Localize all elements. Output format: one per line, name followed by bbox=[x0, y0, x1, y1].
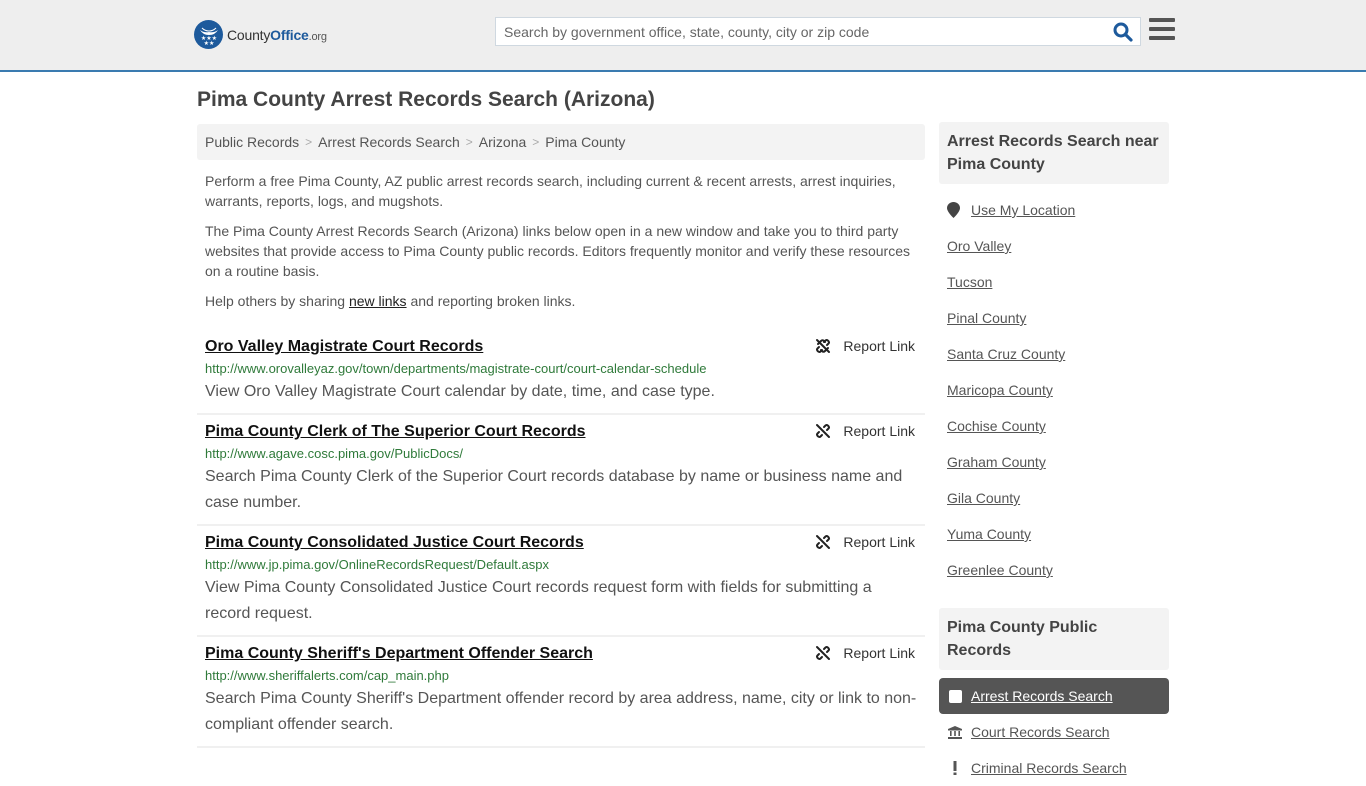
record-item: Pima County Clerk of The Superior Court … bbox=[197, 415, 925, 526]
report-link-button[interactable]: Report Link bbox=[815, 645, 915, 661]
nearby-item: Cochise County bbox=[947, 408, 1161, 444]
public-records-heading: Pima County Public Records bbox=[939, 608, 1169, 670]
breadcrumb-separator: > bbox=[532, 135, 540, 149]
report-link-button[interactable]: Report Link bbox=[815, 423, 915, 439]
nearby-link-maricopa-county[interactable]: Maricopa County bbox=[947, 382, 1053, 398]
record-title-link[interactable]: Pima County Consolidated Justice Court R… bbox=[205, 532, 584, 554]
breadcrumb-separator: > bbox=[465, 135, 473, 149]
intro-text: Perform a free Pima County, AZ public ar… bbox=[197, 171, 925, 311]
breadcrumb: Public Records > Arrest Records Search >… bbox=[197, 124, 925, 160]
record-title-link[interactable]: Pima County Sheriff's Department Offende… bbox=[205, 643, 593, 665]
hamburger-menu-icon[interactable] bbox=[1149, 18, 1175, 42]
record-url: http://www.orovalleyaz.gov/town/departme… bbox=[205, 361, 707, 376]
main-content: Public Records > Arrest Records Search >… bbox=[197, 124, 925, 748]
record-url: http://www.sheriffalerts.com/cap_main.ph… bbox=[205, 668, 449, 683]
public-records-item-arrest[interactable]: Arrest Records Search bbox=[939, 678, 1169, 714]
svg-text:★★: ★★ bbox=[203, 40, 214, 46]
nearby-link-pinal-county[interactable]: Pinal County bbox=[947, 310, 1026, 326]
search-input[interactable] bbox=[496, 18, 1106, 45]
new-links-link[interactable]: new links bbox=[349, 293, 407, 309]
broken-link-icon bbox=[816, 646, 831, 660]
nearby-link-santa-cruz-county[interactable]: Santa Cruz County bbox=[947, 346, 1065, 362]
nearby-heading: Arrest Records Search near Pima County bbox=[939, 122, 1169, 184]
record-description: Search Pima County Sheriff's Department … bbox=[205, 690, 917, 733]
broken-link-icon bbox=[816, 535, 831, 549]
breadcrumb-arizona[interactable]: Arizona bbox=[479, 134, 526, 150]
help-paragraph: Help others by sharing new links and rep… bbox=[205, 293, 576, 309]
record-url: http://www.agave.cosc.pima.gov/PublicDoc… bbox=[205, 446, 463, 461]
public-records-list: Arrest Records Search Court Records Sear… bbox=[939, 678, 1169, 786]
arrest-records-search-link[interactable]: Arrest Records Search bbox=[971, 688, 1113, 704]
nearby-item: Yuma County bbox=[947, 516, 1161, 552]
record-description: View Pima County Consolidated Justice Co… bbox=[205, 579, 872, 622]
site-header: ★★★ ★★ CountyOffice.org bbox=[0, 0, 1366, 72]
breadcrumb-arrest-records-search[interactable]: Arrest Records Search bbox=[318, 134, 460, 150]
use-my-location-item: Use My Location bbox=[947, 192, 1161, 228]
record-description: View Oro Valley Magistrate Court calenda… bbox=[205, 383, 715, 400]
nearby-item: Oro Valley bbox=[947, 228, 1161, 264]
public-records-item-court[interactable]: Court Records Search bbox=[939, 714, 1169, 750]
report-link-button[interactable]: Report Link bbox=[815, 534, 915, 550]
breadcrumb-pima-county[interactable]: Pima County bbox=[545, 134, 625, 150]
logo-text: CountyOffice.org bbox=[227, 26, 327, 43]
search-icon bbox=[1113, 22, 1133, 42]
nearby-item: Maricopa County bbox=[947, 372, 1161, 408]
court-records-search-link[interactable]: Court Records Search bbox=[971, 724, 1110, 740]
use-my-location-link[interactable]: Use My Location bbox=[971, 202, 1075, 218]
courthouse-icon bbox=[947, 725, 963, 739]
nearby-item: Pinal County bbox=[947, 300, 1161, 336]
nearby-list: Use My Location Oro Valley Tucson Pinal … bbox=[939, 192, 1169, 588]
intro-paragraph: The Pima County Arrest Records Search (A… bbox=[205, 223, 910, 279]
breadcrumb-public-records[interactable]: Public Records bbox=[205, 134, 299, 150]
record-url: http://www.jp.pima.gov/OnlineRecordsRequ… bbox=[205, 557, 549, 572]
public-records-item-criminal[interactable]: Criminal Records Search bbox=[939, 750, 1169, 786]
breadcrumb-separator: > bbox=[305, 135, 313, 149]
broken-link-icon bbox=[816, 339, 831, 353]
page-title: Pima County Arrest Records Search (Arizo… bbox=[197, 88, 655, 111]
report-link-button[interactable]: Report Link bbox=[815, 338, 915, 354]
nearby-item: Santa Cruz County bbox=[947, 336, 1161, 372]
search-box bbox=[495, 17, 1141, 46]
nearby-link-tucson[interactable]: Tucson bbox=[947, 274, 992, 290]
site-logo[interactable]: ★★★ ★★ CountyOffice.org bbox=[194, 20, 327, 49]
broken-link-icon bbox=[816, 424, 831, 438]
map-marker-icon bbox=[947, 202, 960, 218]
exclamation-icon bbox=[947, 761, 963, 775]
nearby-item: Graham County bbox=[947, 444, 1161, 480]
record-description: Search Pima County Clerk of the Superior… bbox=[205, 468, 903, 511]
nearby-link-yuma-county[interactable]: Yuma County bbox=[947, 526, 1031, 542]
nearby-item: Gila County bbox=[947, 480, 1161, 516]
record-title-link[interactable]: Pima County Clerk of The Superior Court … bbox=[205, 421, 586, 443]
records-list: Oro Valley Magistrate Court Records http… bbox=[197, 330, 925, 748]
intro-paragraph: Perform a free Pima County, AZ public ar… bbox=[205, 173, 896, 209]
nearby-item: Greenlee County bbox=[947, 552, 1161, 588]
nearby-link-greenlee-county[interactable]: Greenlee County bbox=[947, 562, 1053, 578]
sidebar: Arrest Records Search near Pima County U… bbox=[939, 122, 1169, 786]
nearby-link-graham-county[interactable]: Graham County bbox=[947, 454, 1046, 470]
record-item: Pima County Sheriff's Department Offende… bbox=[197, 637, 925, 748]
record-item: Oro Valley Magistrate Court Records http… bbox=[197, 330, 925, 415]
search-button[interactable] bbox=[1106, 18, 1140, 45]
nearby-link-oro-valley[interactable]: Oro Valley bbox=[947, 238, 1011, 254]
criminal-records-search-link[interactable]: Criminal Records Search bbox=[971, 760, 1127, 776]
nearby-item: Tucson bbox=[947, 264, 1161, 300]
eagle-stars-logo-icon: ★★★ ★★ bbox=[194, 20, 223, 49]
nearby-link-cochise-county[interactable]: Cochise County bbox=[947, 418, 1046, 434]
record-item: Pima County Consolidated Justice Court R… bbox=[197, 526, 925, 637]
record-title-link[interactable]: Oro Valley Magistrate Court Records bbox=[205, 336, 483, 358]
checkbox-icon bbox=[947, 689, 963, 703]
nearby-link-gila-county[interactable]: Gila County bbox=[947, 490, 1020, 506]
